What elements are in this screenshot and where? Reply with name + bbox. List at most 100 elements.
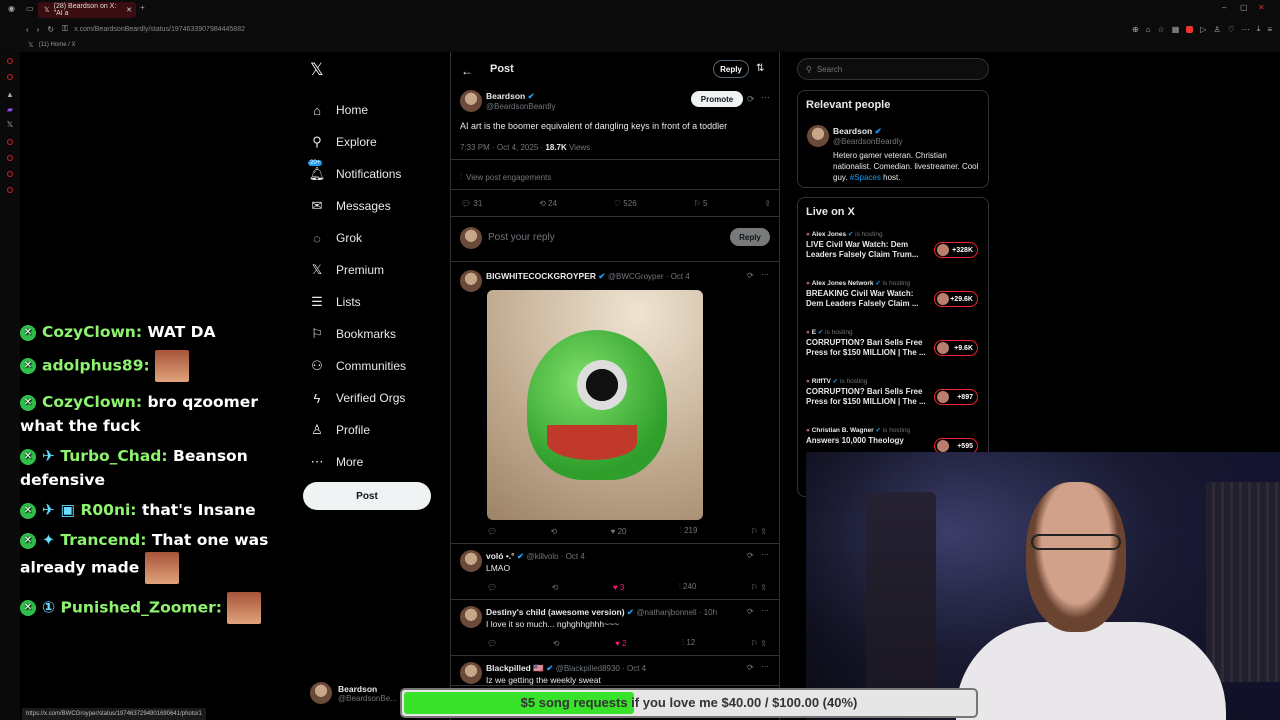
like-action[interactable]: ♥ 20 [611,527,627,536]
new-tab-icon[interactable]: + [140,3,145,12]
record-icon[interactable] [1186,25,1194,33]
reply-action[interactable]: 💬︎ [487,527,497,536]
tag-icon[interactable]: ⌂ [1146,25,1151,34]
nav-item-communities[interactable]: ⚇ Communities [310,350,450,382]
repost-action[interactable]: ⟲ [552,583,559,592]
more-icon[interactable]: ⋯ [761,606,769,615]
grok-icon[interactable]: ⟳ [747,551,754,560]
nav-item-bookmarks[interactable]: ⚐ Bookmarks [310,318,450,350]
reply-input[interactable]: Post your reply [488,232,555,243]
bookmark-action[interactable]: ⚐ 5 [694,199,708,208]
reply-author[interactable]: voló •.° ✔ @killvolo · Oct 4 [486,551,585,562]
play-icon[interactable]: ▷ [1200,25,1206,34]
avatar[interactable] [460,270,482,292]
back-icon[interactable]: ‹ [26,25,29,34]
forward-icon[interactable]: › [37,25,40,34]
site-info-icon[interactable]: ⚿ [62,24,68,34]
live-item[interactable]: ● Alex Jones Network ✔ is hosting BREAKIN… [806,279,986,325]
bookmark-share[interactable]: ⚐ ⇪ [751,527,767,536]
browser-tab[interactable]: 𝕏 (28) Beardson on X: "AI a ✕ [38,2,136,18]
bookmark-star-icon[interactable]: ☆ [1158,25,1165,34]
nav-item-notifications[interactable]: 🔔︎ Notifications 20+ [308,158,450,190]
tab-actions-icon[interactable]: ▭ [26,4,34,13]
like-action[interactable]: ♥ 2 [615,639,626,648]
heart-icon[interactable]: ♡ [1228,25,1235,34]
author-handle[interactable]: @BeardsonBeardly [486,102,556,111]
avatar[interactable] [460,550,482,572]
extension-icon[interactable]: ▦ [1172,25,1180,34]
avatar[interactable] [460,606,482,628]
avatar[interactable] [460,90,482,112]
menu-icon[interactable]: ⋯ [1242,25,1250,34]
user-icon[interactable]: ♙ [1213,25,1220,34]
avatar[interactable] [807,125,829,147]
side-panel-icon[interactable] [7,155,13,161]
more-icon[interactable]: ⋯ [761,662,769,671]
reply-action[interactable]: 💬︎ 31 [461,199,482,208]
author-name[interactable]: Beardson ✔ [486,91,535,102]
like-action[interactable]: ♡ 526 [614,199,637,208]
zoom-icon[interactable]: ⊕ [1132,25,1139,34]
more-icon[interactable]: ⋯ [761,270,769,279]
side-panel-icon[interactable] [7,74,13,80]
close-tab-icon[interactable]: ✕ [126,6,132,14]
sort-icon[interactable]: ⇅ [756,63,764,74]
grok-icon[interactable]: ⟳ [747,607,754,616]
search-box[interactable]: ⚲ Search [797,58,989,80]
like-action[interactable]: ♥ 3 [613,583,624,592]
side-panel-icon[interactable] [7,58,13,64]
reply-author[interactable]: Destiny's child (awesome version) ✔ @nat… [486,607,717,618]
reply-action[interactable]: 💬︎ [487,583,497,592]
side-app-icon[interactable]: ▲ [0,90,20,99]
reload-icon[interactable]: ↻ [47,25,54,34]
views-action[interactable]: ⫶ 219 [680,526,698,536]
minimize-icon[interactable]: – [1222,3,1226,12]
more-icon[interactable]: ⋯ [761,92,770,103]
reply-image[interactable] [487,290,703,520]
reply-header-button[interactable]: Reply [713,60,749,78]
x-side-icon[interactable]: 𝕏 [0,120,20,129]
avatar[interactable] [460,662,482,684]
nav-item-messages[interactable]: ✉ Messages [310,190,450,222]
close-window-icon[interactable]: ✕ [1258,3,1265,12]
live-item[interactable]: ● Alex Jones ✔ is hosting LIVE Civil War … [806,230,986,276]
views-action[interactable]: ⫶ 240 [679,582,697,592]
download-icon[interactable]: ⤓ [1257,24,1261,34]
grok-icon[interactable]: ⟳ [747,663,754,672]
search-input[interactable]: Search [817,65,842,74]
bookmark-share[interactable]: ⚐ ⇪ [751,639,767,648]
bookmark-home[interactable]: (11) Home / X [39,42,76,48]
side-panel-icon[interactable] [7,139,13,145]
account-switcher[interactable]: Beardson @BeardsonBe... [310,682,397,704]
side-settings-icon[interactable] [7,187,13,193]
promote-button[interactable]: Promote [691,91,743,107]
reply-author[interactable]: BIGWHITECOCKGROYPER ✔ @BWCGroyper · Oct … [486,271,690,282]
grok-icon[interactable]: ⟳ [747,94,755,105]
views-action[interactable]: ⫶ 12 [682,638,695,648]
nav-item-grok[interactable]: ◌ Grok [310,222,450,254]
live-item[interactable]: ● E ✔ is hosting CORRUPTION? Bari Sells F… [806,328,986,374]
reply-tweet[interactable]: Destiny's child (awesome version) ✔ @nat… [451,600,779,656]
nav-item-verified-orgs[interactable]: ϟ Verified Orgs [310,382,450,414]
repost-action[interactable]: ⟲ 24 [539,199,557,208]
maximize-icon[interactable]: ▢ [1240,3,1248,12]
reply-submit-button[interactable]: Reply [730,228,770,246]
url-field[interactable]: x.com/BeardsonBeardly/status/19746339079… [74,26,245,33]
repost-action[interactable]: ⟲ [551,527,558,536]
reply-action[interactable]: 💬︎ [487,639,497,648]
nav-item-more[interactable]: ⋯ More [310,446,450,478]
reply-tweet[interactable]: Blackpilled 🇺🇸 ✔ @Blackpilled8930 · Oct … [451,656,779,686]
view-engagements-link[interactable]: ⫶ View post engagements [460,172,551,182]
nav-item-profile[interactable]: ♙ Profile [310,414,450,446]
reply-author[interactable]: Blackpilled 🇺🇸 ✔ @Blackpilled8930 · Oct … [486,663,646,674]
twitch-icon[interactable]: ▰ [0,105,20,114]
side-panel-icon[interactable] [7,171,13,177]
nav-item-home[interactable]: ⌂ Home [310,94,450,126]
grok-icon[interactable]: ⟳ [747,271,754,280]
nav-item-lists[interactable]: ☰ Lists [310,286,450,318]
reply-tweet[interactable]: BIGWHITECOCKGROYPER ✔ @BWCGroyper · Oct … [451,264,779,544]
bookmark-share[interactable]: ⚐ ⇪ [751,583,767,592]
live-item[interactable]: ● RiffTV ✔ is hosting CORRUPTION? Bari Se… [806,377,986,423]
repost-action[interactable]: ⟲ [553,639,560,648]
back-arrow-icon[interactable]: ← [461,64,473,78]
